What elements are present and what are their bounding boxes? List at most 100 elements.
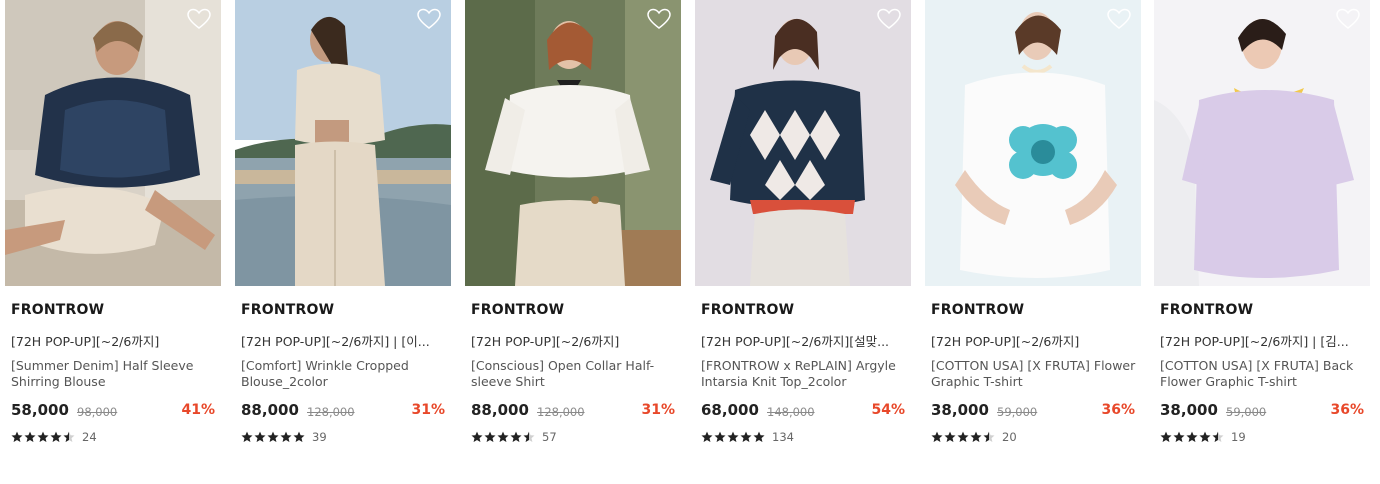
star-full-icon: [280, 431, 292, 442]
star-full-icon: [293, 431, 305, 442]
discount-rate: 41%: [181, 402, 215, 418]
wishlist-button[interactable]: [647, 8, 671, 30]
star-full-icon: [701, 431, 713, 442]
star-half-icon: [63, 431, 75, 442]
star-full-icon: [484, 431, 496, 442]
star-full-icon: [714, 431, 726, 442]
discount-rate: 31%: [411, 402, 445, 418]
product-name[interactable]: [COTTON USA] [X FRUTA] Back Flower Graph…: [1160, 358, 1366, 390]
review-count: 134: [772, 430, 794, 444]
model-photo: [925, 0, 1141, 286]
model-photo: [1154, 0, 1370, 286]
star-rating: [471, 431, 535, 443]
wishlist-button[interactable]: [877, 8, 901, 30]
original-price: 128,000: [307, 405, 355, 419]
product-image[interactable]: [235, 0, 451, 286]
sale-price: 38,000: [1160, 401, 1218, 419]
star-half-icon: [1212, 431, 1224, 442]
product-name[interactable]: [Conscious] Open Collar Half-sleeve Shir…: [471, 358, 677, 390]
discount-rate: 54%: [871, 402, 905, 418]
original-price: 98,000: [77, 405, 118, 419]
star-half-icon: [983, 431, 995, 442]
heart-icon: [187, 8, 211, 29]
star-full-icon: [241, 431, 253, 442]
star-full-icon: [471, 431, 483, 442]
star-full-icon: [497, 431, 509, 442]
review-count: 39: [312, 430, 327, 444]
rating: 24: [11, 430, 97, 444]
product-image[interactable]: [925, 0, 1141, 286]
star-full-icon: [970, 431, 982, 442]
wishlist-button[interactable]: [1107, 8, 1131, 30]
star-full-icon: [944, 431, 956, 442]
sale-price: 38,000: [931, 401, 989, 419]
promo-text: [72H POP-UP][~2/6까지][설맞...: [701, 334, 890, 349]
product-image[interactable]: [695, 0, 911, 286]
original-price: 59,000: [1226, 405, 1267, 419]
product-image[interactable]: [1154, 0, 1370, 286]
product-card[interactable]: FRONTROW [72H POP-UP][~2/6까지] | [김... [C…: [1154, 0, 1370, 444]
star-full-icon: [510, 431, 522, 442]
product-card[interactable]: FRONTROW [72H POP-UP][~2/6까지] [COTTON US…: [925, 0, 1141, 444]
star-full-icon: [267, 431, 279, 442]
wishlist-button[interactable]: [187, 8, 211, 30]
product-image[interactable]: [5, 0, 221, 286]
review-count: 24: [82, 430, 97, 444]
heart-icon: [1336, 8, 1360, 29]
model-photo: [465, 0, 681, 286]
promo-text: [72H POP-UP][~2/6까지] | [이...: [241, 334, 430, 349]
product-name[interactable]: [Comfort] Wrinkle Cropped Blouse_2color: [241, 358, 447, 390]
brand-name: FRONTROW: [1160, 302, 1254, 318]
brand-name: FRONTROW: [241, 302, 335, 318]
discount-rate: 31%: [641, 402, 675, 418]
discount-rate: 36%: [1330, 402, 1364, 418]
review-count: 20: [1002, 430, 1017, 444]
review-count: 19: [1231, 430, 1246, 444]
product-card[interactable]: FRONTROW [72H POP-UP][~2/6까지][설맞... [FRO…: [695, 0, 911, 444]
wishlist-button[interactable]: [417, 8, 441, 30]
product-image[interactable]: [465, 0, 681, 286]
product-card[interactable]: FRONTROW [72H POP-UP][~2/6까지] [Conscious…: [465, 0, 681, 444]
star-half-icon: [523, 431, 535, 442]
heart-icon: [1107, 8, 1131, 29]
star-full-icon: [50, 431, 62, 442]
star-full-icon: [24, 431, 36, 442]
sale-price: 58,000: [11, 401, 69, 419]
product-name[interactable]: [FRONTROW x RePLAIN] Argyle Intarsia Kni…: [701, 358, 907, 390]
promo-text: [72H POP-UP][~2/6까지]: [931, 334, 1080, 349]
model-photo: [235, 0, 451, 286]
star-full-icon: [727, 431, 739, 442]
rating: 20: [931, 430, 1017, 444]
product-card[interactable]: FRONTROW [72H POP-UP][~2/6까지] | [이... [C…: [235, 0, 451, 444]
wishlist-button[interactable]: [1336, 8, 1360, 30]
star-full-icon: [957, 431, 969, 442]
product-name[interactable]: [COTTON USA] [X FRUTA] Flower Graphic T-…: [931, 358, 1137, 390]
star-rating: [931, 431, 995, 443]
star-full-icon: [11, 431, 23, 442]
brand-name: FRONTROW: [471, 302, 565, 318]
sale-price: 68,000: [701, 401, 759, 419]
discount-rate: 36%: [1101, 402, 1135, 418]
product-card[interactable]: FRONTROW [72H POP-UP][~2/6까지] [Summer De…: [5, 0, 221, 444]
sale-price: 88,000: [471, 401, 529, 419]
star-full-icon: [753, 431, 765, 442]
rating: 39: [241, 430, 327, 444]
brand-name: FRONTROW: [11, 302, 105, 318]
star-full-icon: [1199, 431, 1211, 442]
model-photo: [695, 0, 911, 286]
brand-name: FRONTROW: [931, 302, 1025, 318]
star-rating: [11, 431, 75, 443]
star-full-icon: [1173, 431, 1185, 442]
original-price: 148,000: [767, 405, 815, 419]
heart-icon: [647, 8, 671, 29]
product-name[interactable]: [Summer Denim] Half Sleeve Shirring Blou…: [11, 358, 217, 390]
model-photo: [5, 0, 221, 286]
review-count: 57: [542, 430, 557, 444]
original-price: 59,000: [997, 405, 1038, 419]
star-full-icon: [37, 431, 49, 442]
star-full-icon: [254, 431, 266, 442]
product-grid: FRONTROW [72H POP-UP][~2/6까지] [Summer De…: [0, 0, 1380, 484]
rating: 57: [471, 430, 557, 444]
brand-name: FRONTROW: [701, 302, 795, 318]
star-rating: [701, 431, 765, 443]
